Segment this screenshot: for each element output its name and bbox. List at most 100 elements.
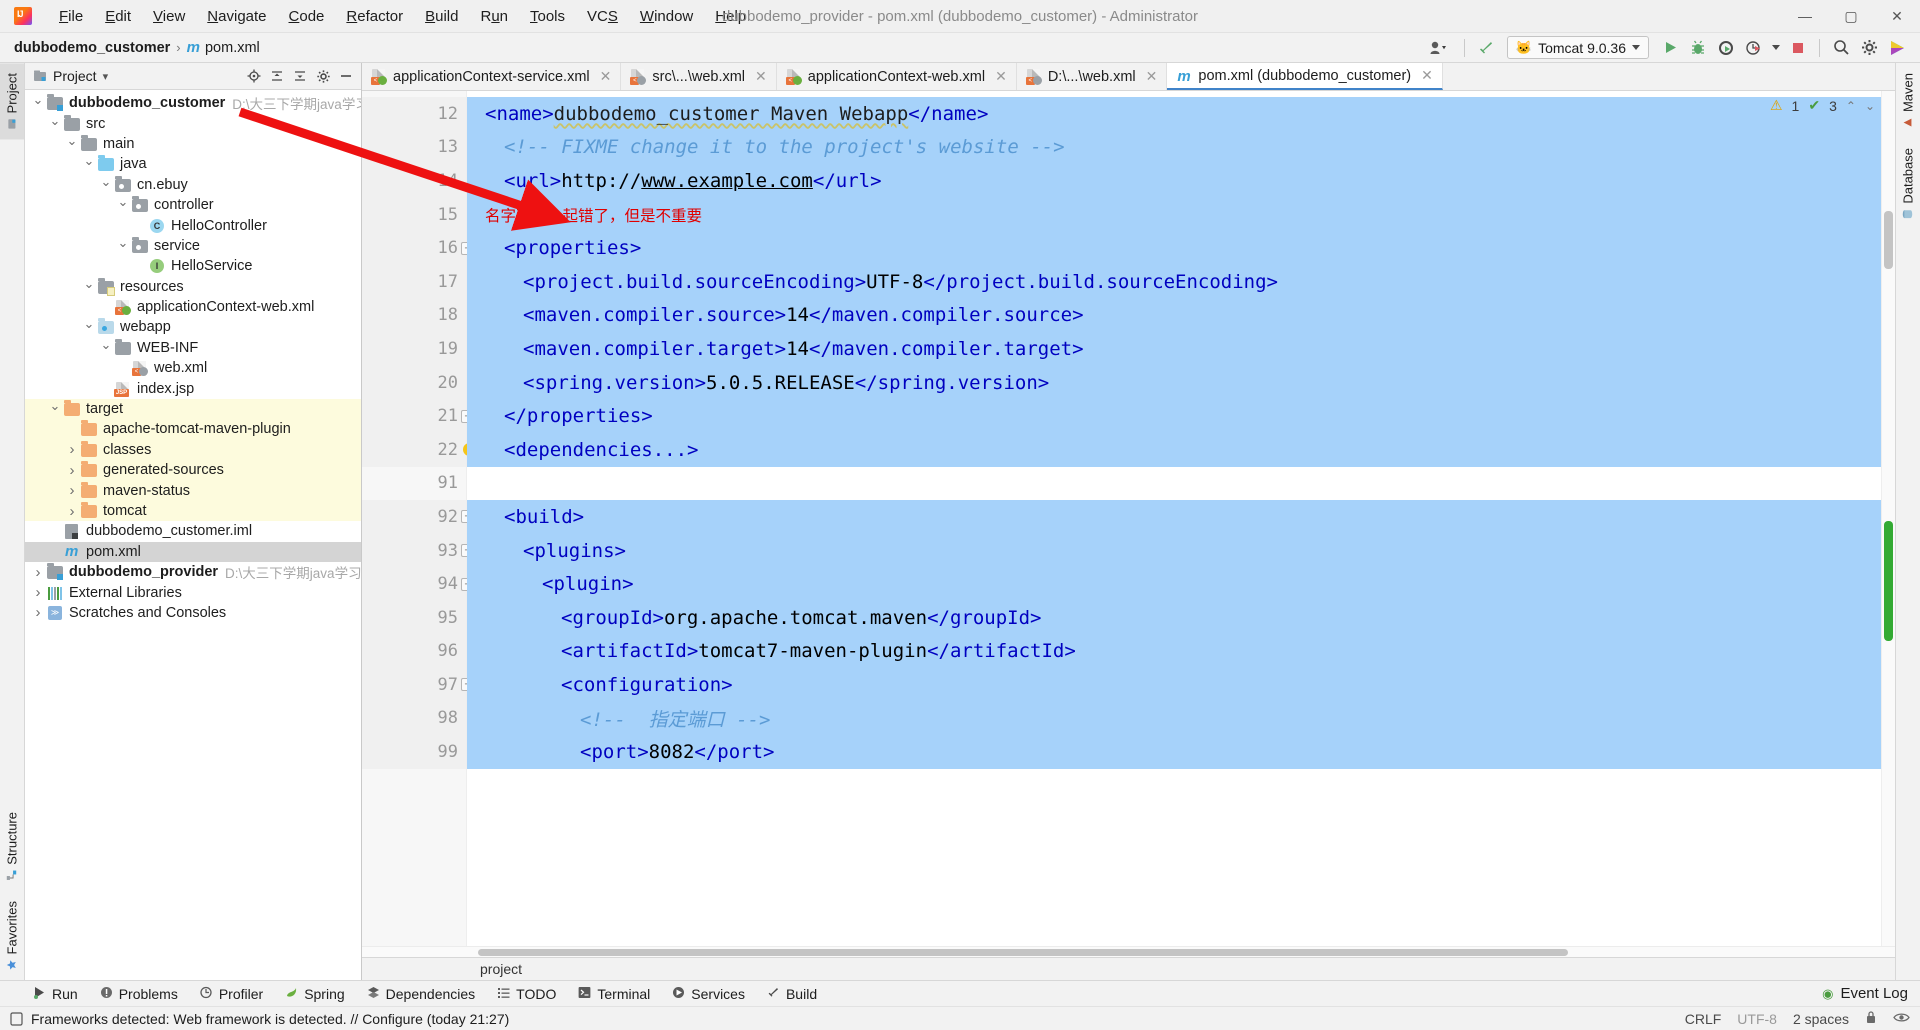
- code-line-21[interactable]: </properties>: [467, 399, 1881, 433]
- tree-node-controller[interactable]: controller: [25, 195, 361, 215]
- menu-build[interactable]: Build: [414, 4, 469, 29]
- code-line-95[interactable]: <groupId>org.apache.tomcat.maven</groupI…: [467, 600, 1881, 635]
- code-line-15[interactable]: 名字不小心起错了，但是不重要: [467, 197, 1881, 232]
- menu-refactor[interactable]: Refactor: [335, 4, 414, 29]
- tree-node-helloservice[interactable]: I HelloService: [25, 256, 361, 276]
- gutter-line-98[interactable]: 98: [362, 701, 466, 736]
- tree-node-web-xml[interactable]: < web.xml: [25, 358, 361, 378]
- close-icon[interactable]: ✕: [600, 68, 612, 85]
- tree-expand-arrow[interactable]: [98, 340, 114, 356]
- tool-window-build[interactable]: Build: [756, 986, 828, 1002]
- indent-indicator[interactable]: 2 spaces: [1793, 1011, 1849, 1027]
- code-line-14[interactable]: <url>http://www.example.com</url>: [467, 164, 1881, 198]
- gutter-line-13[interactable]: 13: [362, 130, 466, 165]
- code-line-91[interactable]: [467, 467, 1881, 501]
- maximize-button[interactable]: ▢: [1828, 0, 1874, 33]
- tree-expand-arrow[interactable]: [30, 604, 46, 621]
- tree-expand-arrow[interactable]: [64, 462, 80, 479]
- gutter-line-94[interactable]: 94−: [362, 567, 474, 601]
- code-line-13[interactable]: <!-- FIXME change it to the project's we…: [467, 130, 1881, 165]
- tree-node-cn-ebuy[interactable]: cn.ebuy: [25, 175, 361, 195]
- debug-button[interactable]: [1685, 36, 1711, 60]
- chevron-up-icon[interactable]: ⌃: [1846, 99, 1856, 113]
- tree-node-web-inf[interactable]: WEB-INF: [25, 338, 361, 358]
- run-with-coverage-button[interactable]: [1713, 36, 1739, 60]
- code-line-98[interactable]: <!-- 指定端口 -->: [467, 701, 1881, 736]
- code-line-93[interactable]: <plugins>: [467, 533, 1881, 568]
- tree-node-src[interactable]: src: [25, 113, 361, 133]
- code-line-97[interactable]: <configuration>: [467, 668, 1881, 702]
- gutter-line-15[interactable]: 15: [362, 197, 466, 232]
- run-button[interactable]: [1657, 36, 1683, 60]
- tree-expand-arrow[interactable]: [64, 482, 80, 499]
- tree-expand-arrow[interactable]: [81, 279, 97, 295]
- profiler-dropdown-icon[interactable]: [1769, 36, 1783, 60]
- close-icon[interactable]: ✕: [1146, 68, 1158, 85]
- tree-expand-arrow[interactable]: [47, 401, 63, 417]
- hide-panel-icon[interactable]: [335, 65, 357, 87]
- profiler-button[interactable]: [1741, 36, 1767, 60]
- menu-window[interactable]: Window: [629, 4, 704, 29]
- menu-vcs[interactable]: VCS: [576, 4, 629, 29]
- editor-tab-src-web-xml[interactable]: < src\...\web.xml ✕: [621, 63, 777, 90]
- editor-tab-pom-xml-dubbodemo-customer-[interactable]: m pom.xml (dubbodemo_customer) ✕: [1167, 63, 1443, 90]
- tree-expand-arrow[interactable]: [98, 177, 114, 193]
- close-icon[interactable]: ✕: [1421, 67, 1433, 84]
- tree-node-target[interactable]: target: [25, 398, 361, 420]
- search-icon[interactable]: [1828, 36, 1854, 60]
- tree-node-generated-sources[interactable]: generated-sources: [25, 460, 361, 481]
- tree-node-index-jsp[interactable]: JSP index.jsp: [25, 378, 361, 398]
- hscrollbar-thumb[interactable]: [478, 949, 1568, 956]
- tree-node-main[interactable]: main: [25, 134, 361, 154]
- tool-window-dependencies[interactable]: Dependencies: [356, 986, 487, 1002]
- code-line-17[interactable]: <project.build.sourceEncoding>UTF-8</pro…: [467, 264, 1881, 299]
- tree-expand-arrow[interactable]: [30, 95, 46, 111]
- tree-node-maven-status[interactable]: maven-status: [25, 480, 361, 501]
- locate-target-icon[interactable]: [243, 65, 265, 87]
- tree-expand-arrow[interactable]: [115, 238, 131, 254]
- tree-node-java[interactable]: java: [25, 154, 361, 174]
- editor-vertical-scrollbar[interactable]: [1881, 91, 1895, 946]
- code-line-20[interactable]: <spring.version>5.0.5.RELEASE</spring.ve…: [467, 365, 1881, 400]
- gutter-line-19[interactable]: 19: [362, 332, 466, 366]
- tree-node-webapp[interactable]: webapp: [25, 317, 361, 337]
- menu-code[interactable]: Code: [278, 4, 336, 29]
- inspection-eye-icon[interactable]: [1893, 1011, 1910, 1027]
- encoding-indicator[interactable]: UTF-8: [1737, 1011, 1777, 1027]
- tool-window-run[interactable]: Run: [22, 986, 89, 1002]
- menu-view[interactable]: View: [142, 4, 196, 29]
- rail-tab-favorites[interactable]: Favorites: [0, 891, 24, 980]
- status-message-group[interactable]: Frameworks detected: Web framework is de…: [10, 1011, 509, 1027]
- rail-tab-maven[interactable]: Maven: [1896, 63, 1920, 138]
- tree-expand-arrow[interactable]: [115, 197, 131, 213]
- tree-node-applicationcontext-web-xml[interactable]: < applicationContext-web.xml: [25, 297, 361, 317]
- tree-expand-arrow[interactable]: [64, 503, 80, 520]
- menu-navigate[interactable]: Navigate: [196, 4, 277, 29]
- gutter-line-12[interactable]: 12: [362, 97, 466, 131]
- minimize-button[interactable]: —: [1782, 0, 1828, 33]
- tree-expand-arrow[interactable]: [47, 116, 63, 132]
- tool-window-profiler[interactable]: Profiler: [189, 986, 274, 1002]
- editor-tab-applicationcontext-web-xml[interactable]: < applicationContext-web.xml ✕: [777, 63, 1017, 90]
- scrollbar-thumb[interactable]: [1884, 211, 1893, 269]
- menu-tools[interactable]: Tools: [519, 4, 576, 29]
- close-icon[interactable]: ✕: [995, 68, 1007, 85]
- editor-horizontal-scrollbar[interactable]: [362, 946, 1895, 957]
- gutter-line-21[interactable]: 21−: [362, 399, 474, 433]
- editor-breadcrumb[interactable]: project: [362, 957, 1895, 980]
- tree-node-classes[interactable]: classes: [25, 439, 361, 461]
- menu-run[interactable]: Run: [469, 4, 519, 29]
- code-line-16[interactable]: <properties>: [467, 231, 1881, 265]
- tool-window-todo[interactable]: TODO: [486, 986, 567, 1002]
- line-separator-indicator[interactable]: CRLF: [1685, 1011, 1722, 1027]
- rail-tab-structure[interactable]: Structure: [0, 802, 24, 891]
- tool-window-services[interactable]: Services: [661, 986, 756, 1002]
- panel-gear-icon[interactable]: [312, 65, 334, 87]
- tool-window-spring[interactable]: Spring: [274, 986, 355, 1002]
- ide-assistant-icon[interactable]: [1884, 36, 1910, 60]
- tree-expand-arrow[interactable]: [30, 584, 46, 601]
- gutter-line-91[interactable]: 91: [362, 467, 466, 501]
- code-line-12[interactable]: <name>dubbodemo_customer Maven Webapp</n…: [467, 97, 1881, 131]
- gutter-line-99[interactable]: 99: [362, 735, 466, 769]
- gutter-line-20[interactable]: 20: [362, 365, 466, 400]
